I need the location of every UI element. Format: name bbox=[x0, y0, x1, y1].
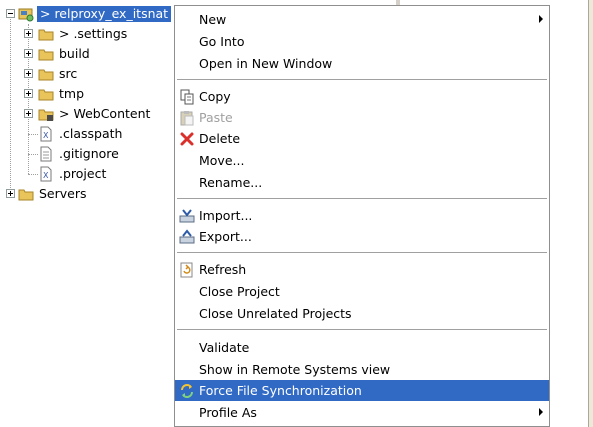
web-folder-icon bbox=[38, 109, 54, 121]
project-label: > relproxy_ex_itsnat bbox=[37, 6, 172, 22]
delete-icon bbox=[180, 132, 194, 146]
menu-item-label: Go Into bbox=[199, 34, 245, 49]
tree-guide-line bbox=[28, 154, 38, 155]
menu-item-label: Close Unrelated Projects bbox=[199, 306, 352, 321]
expand-toggle-icon[interactable] bbox=[24, 69, 33, 78]
menu-item-validate[interactable]: Validate bbox=[175, 337, 549, 358]
folder-icon bbox=[38, 49, 54, 61]
context-menu: New Go Into Open in New Window Copy Past… bbox=[174, 5, 550, 427]
sync-icon bbox=[181, 384, 193, 398]
tree-guide-line bbox=[10, 14, 11, 192]
menu-item-label: Validate bbox=[199, 340, 250, 355]
expand-toggle-icon[interactable] bbox=[24, 29, 33, 38]
menu-item-label: New bbox=[199, 12, 227, 27]
menu-separator bbox=[177, 198, 547, 199]
tree-item-label: .gitignore bbox=[59, 146, 119, 161]
paste-icon bbox=[180, 111, 194, 126]
menu-item-label: Open in New Window bbox=[199, 56, 333, 71]
svg-text:X: X bbox=[43, 131, 49, 140]
right-panel-edge bbox=[588, 0, 593, 427]
menu-item-rename[interactable]: Rename... bbox=[175, 172, 549, 193]
classpath-file-icon: X bbox=[40, 126, 52, 142]
import-icon bbox=[179, 209, 195, 223]
svg-text:X: X bbox=[43, 171, 49, 180]
menu-separator bbox=[177, 252, 547, 253]
project-file-icon: X bbox=[40, 166, 52, 182]
menu-item-label: Paste bbox=[199, 110, 233, 125]
menu-item-go-into[interactable]: Go Into bbox=[175, 31, 549, 52]
tree-guide-line bbox=[28, 174, 38, 175]
expand-toggle-icon[interactable] bbox=[24, 109, 33, 118]
folder-icon bbox=[38, 69, 54, 81]
tree-guide-line bbox=[28, 134, 38, 135]
menu-item-label: Show in Remote Systems view bbox=[199, 362, 391, 377]
menu-item-label: Force File Synchronization bbox=[199, 383, 362, 398]
menu-item-export[interactable]: Export... bbox=[175, 226, 549, 247]
menu-separator bbox=[177, 329, 547, 330]
tree-item-label: .project bbox=[59, 166, 107, 181]
menu-item-close-project[interactable]: Close Project bbox=[175, 281, 549, 302]
menu-item-refresh[interactable]: Refresh bbox=[175, 259, 549, 280]
menu-item-label: Refresh bbox=[199, 262, 247, 277]
menu-item-label: Close Project bbox=[199, 284, 280, 299]
tree-item-label: Servers bbox=[39, 186, 87, 201]
expand-toggle-icon[interactable] bbox=[24, 49, 33, 58]
copy-icon bbox=[180, 89, 194, 105]
tree-item-label: > .settings bbox=[59, 26, 128, 41]
tree-item-label: > WebContent bbox=[59, 106, 151, 121]
project-icon bbox=[18, 8, 34, 22]
expand-toggle-icon[interactable] bbox=[24, 89, 33, 98]
menu-item-force-file-synchronization[interactable]: Force File Synchronization bbox=[175, 380, 549, 401]
menu-item-move[interactable]: Move... bbox=[175, 150, 549, 171]
menu-item-import[interactable]: Import... bbox=[175, 205, 549, 226]
menu-item-label: Move... bbox=[199, 153, 245, 168]
menu-item-paste[interactable]: Paste bbox=[175, 107, 549, 128]
tree-item-label: build bbox=[59, 46, 90, 61]
menu-item-profile-as[interactable]: Profile As bbox=[175, 402, 549, 423]
submenu-arrow-icon bbox=[539, 15, 543, 23]
expand-toggle-icon[interactable] bbox=[6, 189, 15, 198]
menu-item-new[interactable]: New bbox=[175, 9, 549, 30]
menu-item-label: Rename... bbox=[199, 175, 263, 190]
collapse-toggle-icon[interactable] bbox=[6, 9, 15, 18]
folder-icon bbox=[18, 189, 34, 201]
menu-item-show-in-remote-systems[interactable]: Show in Remote Systems view bbox=[175, 359, 549, 380]
menu-item-delete[interactable]: Delete bbox=[175, 128, 549, 149]
menu-item-label: Copy bbox=[199, 89, 231, 104]
tree-guide-line bbox=[28, 24, 29, 174]
menu-item-label: Import... bbox=[199, 208, 253, 223]
menu-item-label: Export... bbox=[199, 229, 252, 244]
folder-icon bbox=[38, 29, 54, 41]
menu-item-label: Profile As bbox=[199, 405, 257, 420]
refresh-icon bbox=[180, 262, 193, 278]
folder-icon bbox=[38, 89, 54, 101]
submenu-arrow-icon bbox=[539, 408, 543, 416]
export-icon bbox=[179, 229, 195, 244]
tree-item-label: .classpath bbox=[59, 126, 123, 141]
tree-item-label: tmp bbox=[59, 86, 85, 101]
menu-item-open-in-new-window[interactable]: Open in New Window bbox=[175, 53, 549, 74]
menu-item-copy[interactable]: Copy bbox=[175, 86, 549, 107]
menu-item-label: Delete bbox=[199, 131, 241, 146]
menu-separator bbox=[177, 79, 547, 80]
text-file-icon bbox=[40, 146, 52, 162]
menu-item-close-unrelated-projects[interactable]: Close Unrelated Projects bbox=[175, 303, 549, 324]
tree-item-label: src bbox=[59, 66, 78, 81]
